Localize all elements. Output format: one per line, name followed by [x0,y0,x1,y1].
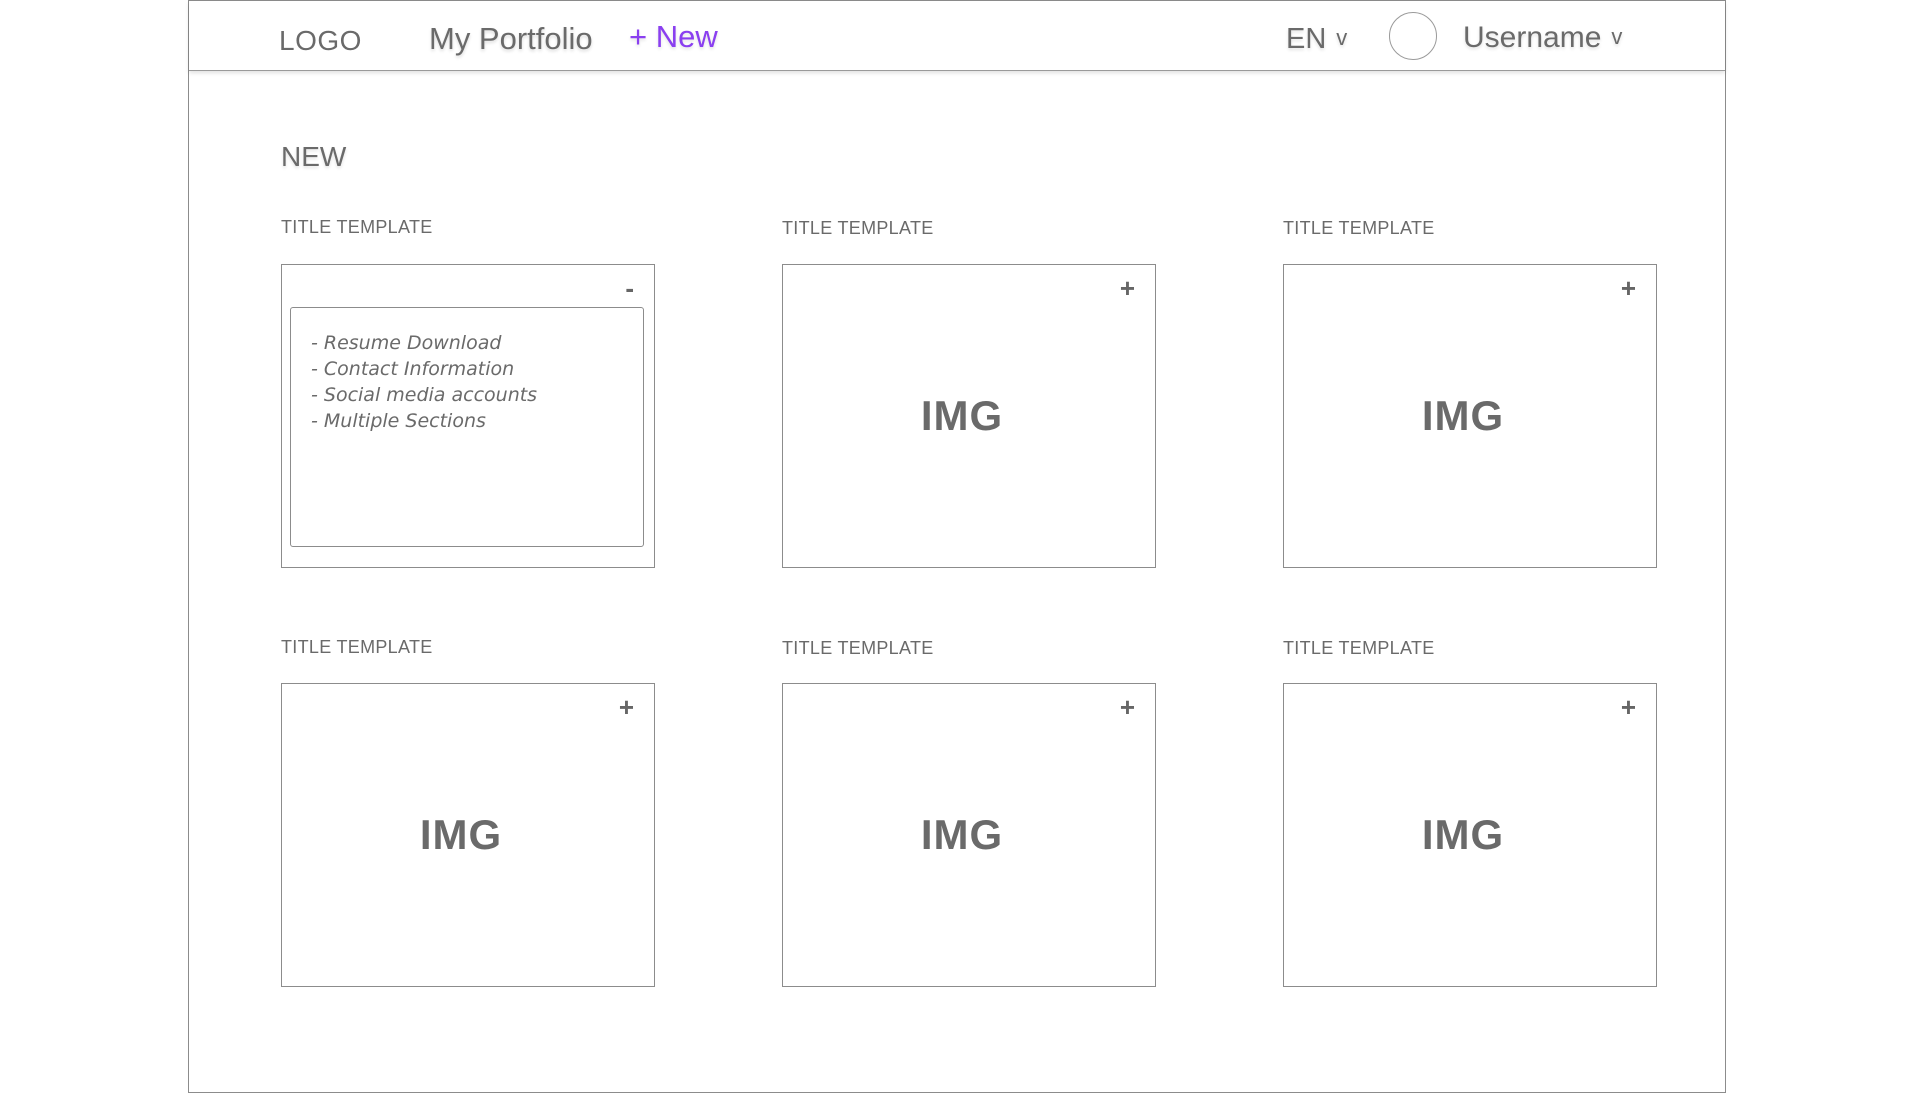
image-placeholder: IMG [920,811,1004,858]
card-title: TITLE TEMPLATE [281,637,433,657]
top-navigation-bar: LOGO My Portfolio + New EN v Username v [189,1,1725,71]
template-card[interactable]: + IMG [1283,683,1657,987]
nav-new-link[interactable]: + New [629,19,718,55]
feature-item: - Multiple Sections [311,410,486,432]
template-card-expanded[interactable]: - - Resume Download - Contact Informatio… [281,264,655,568]
section-title: NEW [281,141,347,172]
template-card[interactable]: + IMG [782,264,1156,568]
image-placeholder: IMG [1421,392,1505,439]
card-title: TITLE TEMPLATE [782,218,934,238]
collapse-icon[interactable]: - [625,273,634,304]
card-title: TITLE TEMPLATE [281,217,433,237]
template-features-panel: - Resume Download - Contact Information … [290,307,644,547]
template-card[interactable]: + IMG [782,683,1156,987]
chevron-down-icon: v [1611,24,1623,49]
card-title: TITLE TEMPLATE [782,638,934,658]
language-label: EN [1286,23,1327,55]
user-menu[interactable]: Username v [1463,21,1622,55]
chevron-down-icon: v [1336,25,1348,50]
feature-item: - Social media accounts [311,384,538,406]
avatar[interactable] [1389,12,1437,60]
image-placeholder: IMG [920,392,1004,439]
username-label: Username [1463,21,1602,54]
feature-item: - Resume Download [311,332,502,354]
language-selector[interactable]: EN v [1286,23,1347,56]
card-title: TITLE TEMPLATE [1283,638,1435,658]
template-card[interactable]: + IMG [1283,264,1657,568]
card-title: TITLE TEMPLATE [1283,218,1435,238]
app-window: LOGO My Portfolio + New EN v Username v NE… [188,0,1726,1093]
feature-item: - Contact Information [311,358,515,380]
logo[interactable]: LOGO [279,25,362,57]
template-card[interactable]: + IMG [281,683,655,987]
image-placeholder: IMG [419,811,503,858]
image-placeholder: IMG [1421,811,1505,858]
nav-my-portfolio-link[interactable]: My Portfolio [429,21,593,57]
